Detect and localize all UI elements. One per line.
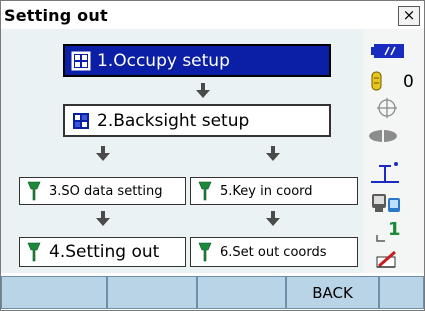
grid-icon <box>73 112 89 129</box>
flow-arrow-down-icon <box>96 146 110 161</box>
communication-icon[interactable] <box>371 192 401 214</box>
menu-item-so-data-setting[interactable]: 3.SO data setting <box>19 177 186 205</box>
flow-arrow-down-icon <box>96 211 110 226</box>
grid-icon <box>71 51 91 70</box>
menu-item-setting-out[interactable]: 4.Setting out <box>19 237 186 267</box>
memory-count: 0 <box>403 72 414 92</box>
menu-item-occupy-setup[interactable]: 1.Occupy setup <box>63 44 331 77</box>
edm-icon[interactable] <box>368 128 398 144</box>
softkey-f2[interactable] <box>107 276 197 309</box>
battery-icon[interactable] <box>371 43 405 59</box>
target-height-icon[interactable] <box>369 160 401 186</box>
flow-arrow-down-icon <box>196 83 210 98</box>
menu-item-label: 5.Key in coord <box>220 183 313 199</box>
flow-arrow-down-icon <box>266 146 280 161</box>
tilt-icon[interactable] <box>376 97 398 119</box>
channel-icon <box>376 235 385 242</box>
target-memory-icon[interactable] <box>371 71 383 91</box>
menu-item-label: 2.Backsight setup <box>97 110 250 131</box>
flow-arrow-down-icon <box>266 211 280 226</box>
menu-item-backsight-setup[interactable]: 2.Backsight setup <box>63 104 331 137</box>
menu-item-key-in-coord[interactable]: 5.Key in coord <box>190 177 358 205</box>
softkey-bar: BACK <box>1 273 424 310</box>
prism-pole-icon <box>27 181 41 201</box>
channel-number: 1 <box>388 219 401 240</box>
menu-item-label: 3.SO data setting <box>49 183 163 199</box>
setting-out-window: Setting out × 1.Occupy setup 2.Backsight… <box>0 0 425 311</box>
prism-pole-icon <box>198 181 212 201</box>
softkey-f5[interactable] <box>379 276 424 309</box>
status-sidebar: 0 1 <box>363 29 424 273</box>
softkey-f1[interactable] <box>1 276 107 309</box>
window-title: Setting out <box>4 6 108 25</box>
prism-pole-icon <box>27 242 41 262</box>
back-button[interactable]: BACK <box>286 276 379 309</box>
menu-item-label: 1.Occupy setup <box>97 50 230 71</box>
title-bar: Setting out × <box>1 1 424 29</box>
menu-item-label: 4.Setting out <box>49 242 160 262</box>
menu-item-set-out-coords[interactable]: 6.Set out coords <box>190 237 358 267</box>
menu-item-label: 6.Set out coords <box>220 244 327 260</box>
input-mode-icon[interactable] <box>375 249 399 269</box>
menu-area: 1.Occupy setup 2.Backsight setup 3.SO da… <box>1 29 424 273</box>
prism-pole-icon <box>198 242 212 262</box>
close-button[interactable]: × <box>398 6 420 26</box>
softkey-f3[interactable] <box>197 276 286 309</box>
